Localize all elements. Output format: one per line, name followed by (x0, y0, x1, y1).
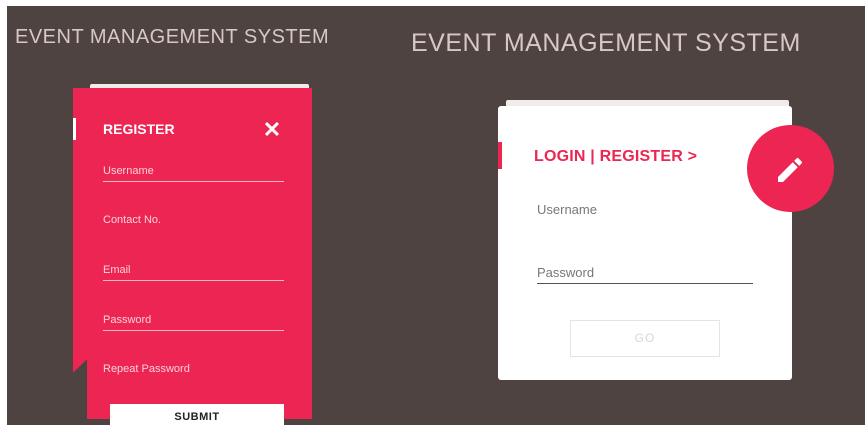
login-register-toggle[interactable]: LOGIN | REGISTER > (534, 148, 697, 166)
register-contact-placeholder: Contact No. (103, 214, 162, 226)
register-email-input[interactable]: Email (103, 259, 284, 281)
register-accent-bar (73, 118, 76, 140)
submit-button[interactable]: SUBMIT (110, 404, 284, 426)
login-password-placeholder: Password (537, 265, 595, 280)
app-title-small: EVENT MANAGEMENT SYSTEM (15, 26, 330, 48)
register-repeat-password-input[interactable]: Repeat Password (103, 358, 284, 380)
register-password-underline (103, 330, 284, 331)
register-heading: REGISTER (103, 121, 175, 137)
register-password-placeholder: Password (103, 314, 152, 326)
register-email-underline (103, 280, 284, 281)
pencil-icon (778, 157, 803, 182)
go-button[interactable]: GO (570, 320, 720, 357)
register-password-input[interactable]: Password (103, 309, 284, 331)
login-username-placeholder: Username (537, 202, 597, 217)
login-username-input[interactable]: Username (537, 199, 753, 221)
login-accent-bar (498, 142, 502, 169)
register-repeat-password-placeholder: Repeat Password (103, 363, 190, 375)
app-title-large: EVENT MANAGEMENT SYSTEM (411, 29, 801, 57)
register-contact-input[interactable]: Contact No. (103, 209, 284, 231)
register-username-underline (103, 181, 284, 182)
login-password-input[interactable]: Password (537, 262, 753, 284)
register-username-placeholder: Username (103, 165, 154, 177)
register-username-input[interactable]: Username (103, 160, 284, 182)
login-password-underline (537, 283, 753, 284)
close-icon[interactable]: ✕ (260, 118, 284, 142)
register-email-placeholder: Email (103, 264, 131, 276)
edit-fab-button[interactable] (747, 125, 834, 212)
